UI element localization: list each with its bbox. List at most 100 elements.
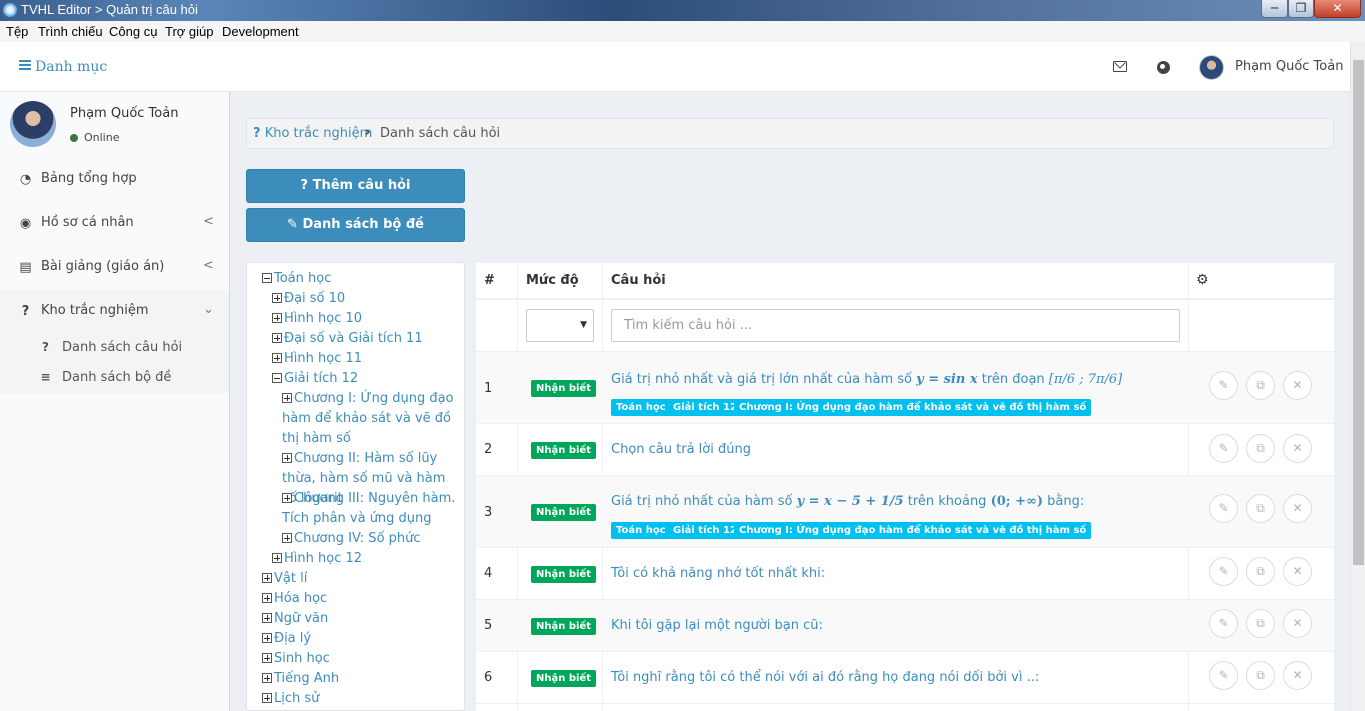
delete-icon[interactable]: ✕ xyxy=(1283,494,1312,523)
menu-slideshow[interactable]: Trình chiếu xyxy=(38,24,103,39)
row-index: 6 xyxy=(484,670,493,685)
tree-node[interactable]: Sinh học xyxy=(262,649,330,669)
expand-icon[interactable] xyxy=(272,553,282,563)
question-text: Giá trị nhỏ nhất và giá trị lớn nhất của… xyxy=(611,372,917,387)
tree-node[interactable]: Chương III: Nguyên hàm. Tích phân và ứng… xyxy=(282,489,462,529)
edit-icon[interactable]: ✎ xyxy=(1209,371,1238,400)
expand-icon[interactable] xyxy=(282,393,292,403)
expand-icon[interactable] xyxy=(272,333,282,343)
expand-icon[interactable] xyxy=(262,673,272,683)
expand-icon[interactable] xyxy=(262,593,272,603)
collapse-icon[interactable] xyxy=(262,273,272,283)
tree-node[interactable]: Đại số và Giải tích 11 xyxy=(272,329,423,349)
expand-icon[interactable] xyxy=(262,573,272,583)
menu-file[interactable]: Tệp xyxy=(6,24,28,39)
question-link[interactable]: Khi tôi gặp lại một người bạn cũ: xyxy=(611,618,823,633)
expand-icon[interactable] xyxy=(262,633,272,643)
edit-icon[interactable]: ✎ xyxy=(1209,661,1238,690)
tree-node[interactable]: Vật lí xyxy=(262,569,307,589)
edit-icon[interactable]: ✎ xyxy=(1209,434,1238,463)
copy-icon[interactable]: ⧉ xyxy=(1246,609,1275,638)
menu-development[interactable]: Development xyxy=(222,24,299,39)
sidebar-toggle[interactable]: Danh mục xyxy=(19,59,107,75)
navbar-user-name[interactable]: Phạm Quốc Toản xyxy=(1235,59,1343,74)
expand-icon[interactable] xyxy=(282,533,292,543)
tree-node[interactable]: Địa lý xyxy=(262,629,311,649)
copy-icon[interactable]: ⧉ xyxy=(1246,371,1275,400)
subject-tag[interactable]: Toán học xyxy=(611,522,671,539)
question-link[interactable]: Tôi nghĩ rằng tôi có thể nói với ai đó r… xyxy=(611,670,1039,685)
chapter-tag[interactable]: Chương I: Ứng dụng đạo hàm để khảo sát v… xyxy=(734,399,1092,416)
sidebar-item-dashboard[interactable]: ◔ Bảng tổng hợp xyxy=(0,158,229,202)
close-window-button[interactable]: ✕ xyxy=(1314,0,1361,18)
collapse-icon[interactable] xyxy=(272,373,282,383)
tree-node[interactable]: Giải tích 12 xyxy=(272,369,358,389)
maximize-button[interactable]: ❐ xyxy=(1288,0,1314,18)
tree-node[interactable]: Chương I: Ứng dụng đạo hàm để khảo sát v… xyxy=(282,389,462,449)
edit-icon[interactable]: ✎ xyxy=(1209,609,1238,638)
dashboard-icon: ◔ xyxy=(19,172,32,187)
add-question-button[interactable]: ? Thêm câu hỏi xyxy=(246,169,465,203)
tree-node[interactable]: Chương IV: Số phức xyxy=(282,529,421,549)
delete-icon[interactable]: ✕ xyxy=(1283,434,1312,463)
copy-icon[interactable]: ⧉ xyxy=(1246,557,1275,586)
expand-icon[interactable] xyxy=(272,293,282,303)
tree-node[interactable]: Lịch sử xyxy=(262,689,319,709)
navbar-avatar[interactable] xyxy=(1199,55,1224,80)
expand-icon[interactable] xyxy=(272,353,282,363)
breadcrumb-home-link[interactable]: ? Kho trắc nghiệm xyxy=(253,126,372,141)
sidebar-subitem-exam-list[interactable]: ≡ Danh sách bộ đề xyxy=(0,363,229,393)
question-search-input[interactable]: Tìm kiếm câu hỏi ... xyxy=(611,309,1180,342)
tree-node[interactable]: Ngữ văn xyxy=(262,609,328,629)
level-filter-select[interactable]: ▼ xyxy=(526,309,594,342)
minimize-button[interactable]: ─ xyxy=(1261,0,1288,18)
chapter-tag[interactable]: Chương I: Ứng dụng đạo hàm để khảo sát v… xyxy=(734,522,1092,539)
question-link[interactable]: Tôi có khả năng nhớ tốt nhất khi: xyxy=(611,566,825,581)
envelope-icon[interactable] xyxy=(1113,61,1127,72)
window-titlebar: TVHL Editor > Quản trị câu hỏi ─ ❐ ✕ xyxy=(0,0,1365,21)
expand-icon[interactable] xyxy=(262,693,272,703)
sidebar-item-lessons[interactable]: ▤ Bài giảng (giáo án) < xyxy=(0,246,229,290)
table-row: 1 Nhận biết Giá trị nhỏ nhất và giá trị … xyxy=(476,352,1334,424)
course-tag[interactable]: Giải tích 12 xyxy=(668,522,742,539)
tree-node[interactable]: Hình học 10 xyxy=(272,309,362,329)
copy-icon[interactable]: ⧉ xyxy=(1246,661,1275,690)
sidebar-item-profile[interactable]: ◉ Hồ sơ cá nhân < xyxy=(0,202,229,246)
delete-icon[interactable]: ✕ xyxy=(1283,661,1312,690)
sidebar-subitem-question-list[interactable]: ? Danh sách câu hỏi xyxy=(0,333,229,363)
page-scrollbar[interactable] xyxy=(1350,42,1365,711)
tree-node[interactable]: Hóa học xyxy=(262,589,327,609)
tree-node[interactable]: Tiếng Anh xyxy=(262,669,339,689)
expand-icon[interactable] xyxy=(272,313,282,323)
copy-icon[interactable]: ⧉ xyxy=(1246,434,1275,463)
sidebar-subitem-label: Danh sách bộ đề xyxy=(62,370,172,385)
globe-icon[interactable] xyxy=(1157,61,1170,74)
expand-icon[interactable] xyxy=(262,613,272,623)
copy-icon[interactable]: ⧉ xyxy=(1246,494,1275,523)
sidebar-item-question-bank[interactable]: ? Kho trắc nghiệm ⌄ xyxy=(0,290,229,334)
question-link[interactable]: Giá trị nhỏ nhất và giá trị lớn nhất của… xyxy=(611,372,1122,387)
exam-list-button[interactable]: ✎ Danh sách bộ đề xyxy=(246,208,465,242)
tree-node[interactable]: Hình học 12 xyxy=(272,549,362,569)
question-link[interactable]: Giá trị nhỏ nhất của hàm số y = x − 5 + … xyxy=(611,494,1084,509)
menu-tools[interactable]: Công cụ xyxy=(109,24,157,39)
course-tag[interactable]: Giải tích 12 xyxy=(668,399,742,416)
subject-tag[interactable]: Toán học xyxy=(611,399,671,416)
delete-icon[interactable]: ✕ xyxy=(1283,371,1312,400)
delete-icon[interactable]: ✕ xyxy=(1283,557,1312,586)
scrollbar-thumb[interactable] xyxy=(1353,60,1364,565)
expand-icon[interactable] xyxy=(262,653,272,663)
table-row: 4 Nhận biết Tôi có khả năng nhớ tốt nhất… xyxy=(476,548,1334,600)
menu-help[interactable]: Trợ giúp xyxy=(165,24,214,39)
question-link[interactable]: Chọn câu trả lời đúng xyxy=(611,442,751,457)
tree-node[interactable]: Đại số 10 xyxy=(272,289,345,309)
expand-icon[interactable] xyxy=(282,493,292,503)
expand-icon[interactable] xyxy=(282,453,292,463)
tree-node[interactable]: Hình học 11 xyxy=(272,349,362,369)
delete-icon[interactable]: ✕ xyxy=(1283,609,1312,638)
level-badge: Nhận biết xyxy=(531,670,596,687)
tree-node[interactable]: Toán học xyxy=(262,269,331,289)
edit-icon[interactable]: ✎ xyxy=(1209,557,1238,586)
row-index: 1 xyxy=(484,381,493,396)
edit-icon[interactable]: ✎ xyxy=(1209,494,1238,523)
